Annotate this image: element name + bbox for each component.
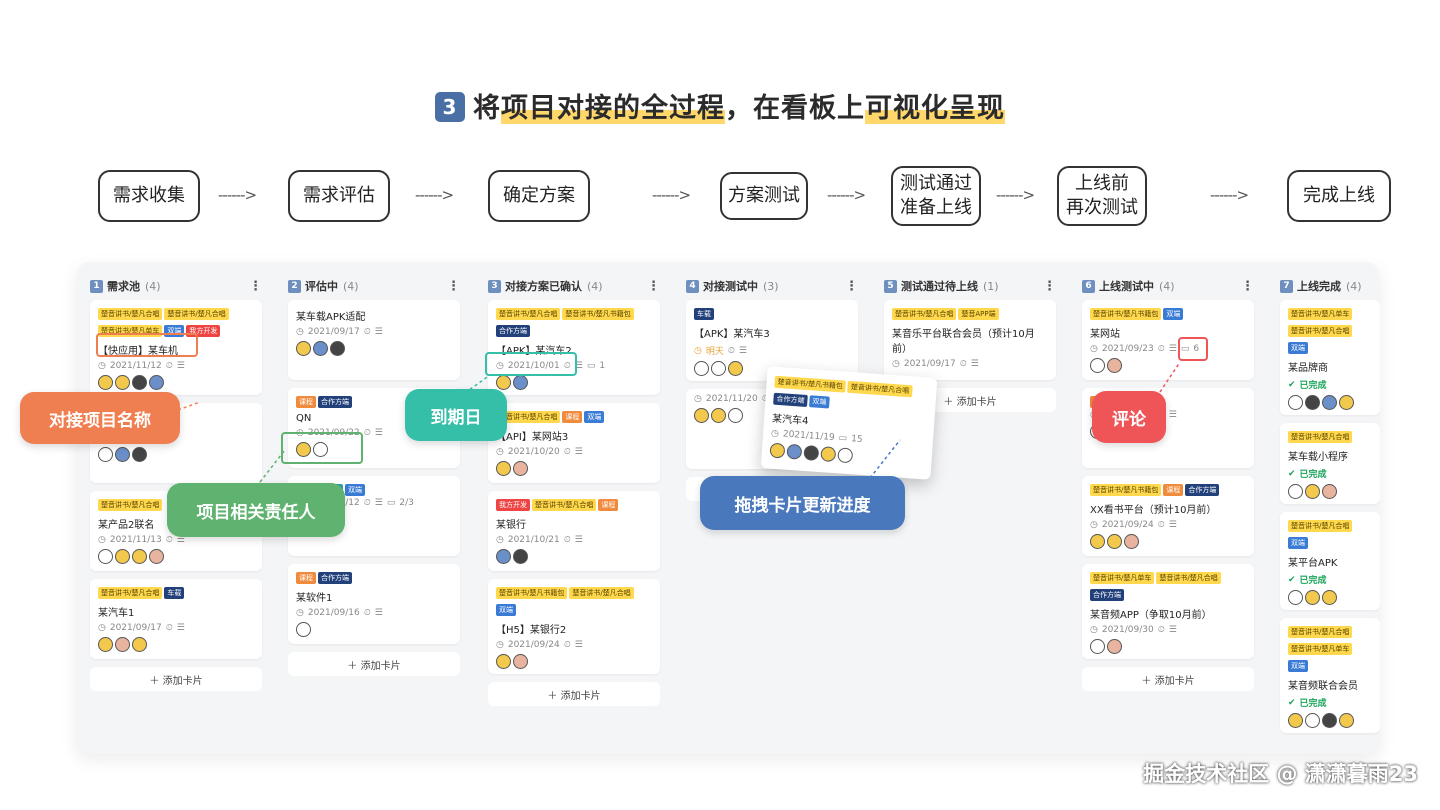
watermark: 掘金技术社区 @ 潇潇暮雨23	[1143, 762, 1418, 786]
callout-drag: 拖拽卡片更新进度	[700, 476, 905, 530]
callout-owners: 项目相关责任人	[167, 483, 345, 537]
callout-comment: 评论	[1092, 391, 1166, 443]
callout-due-date: 到期日	[405, 389, 507, 441]
callout-project-name: 对接项目名称	[20, 392, 180, 444]
callout-connectors	[177, 361, 1181, 483]
